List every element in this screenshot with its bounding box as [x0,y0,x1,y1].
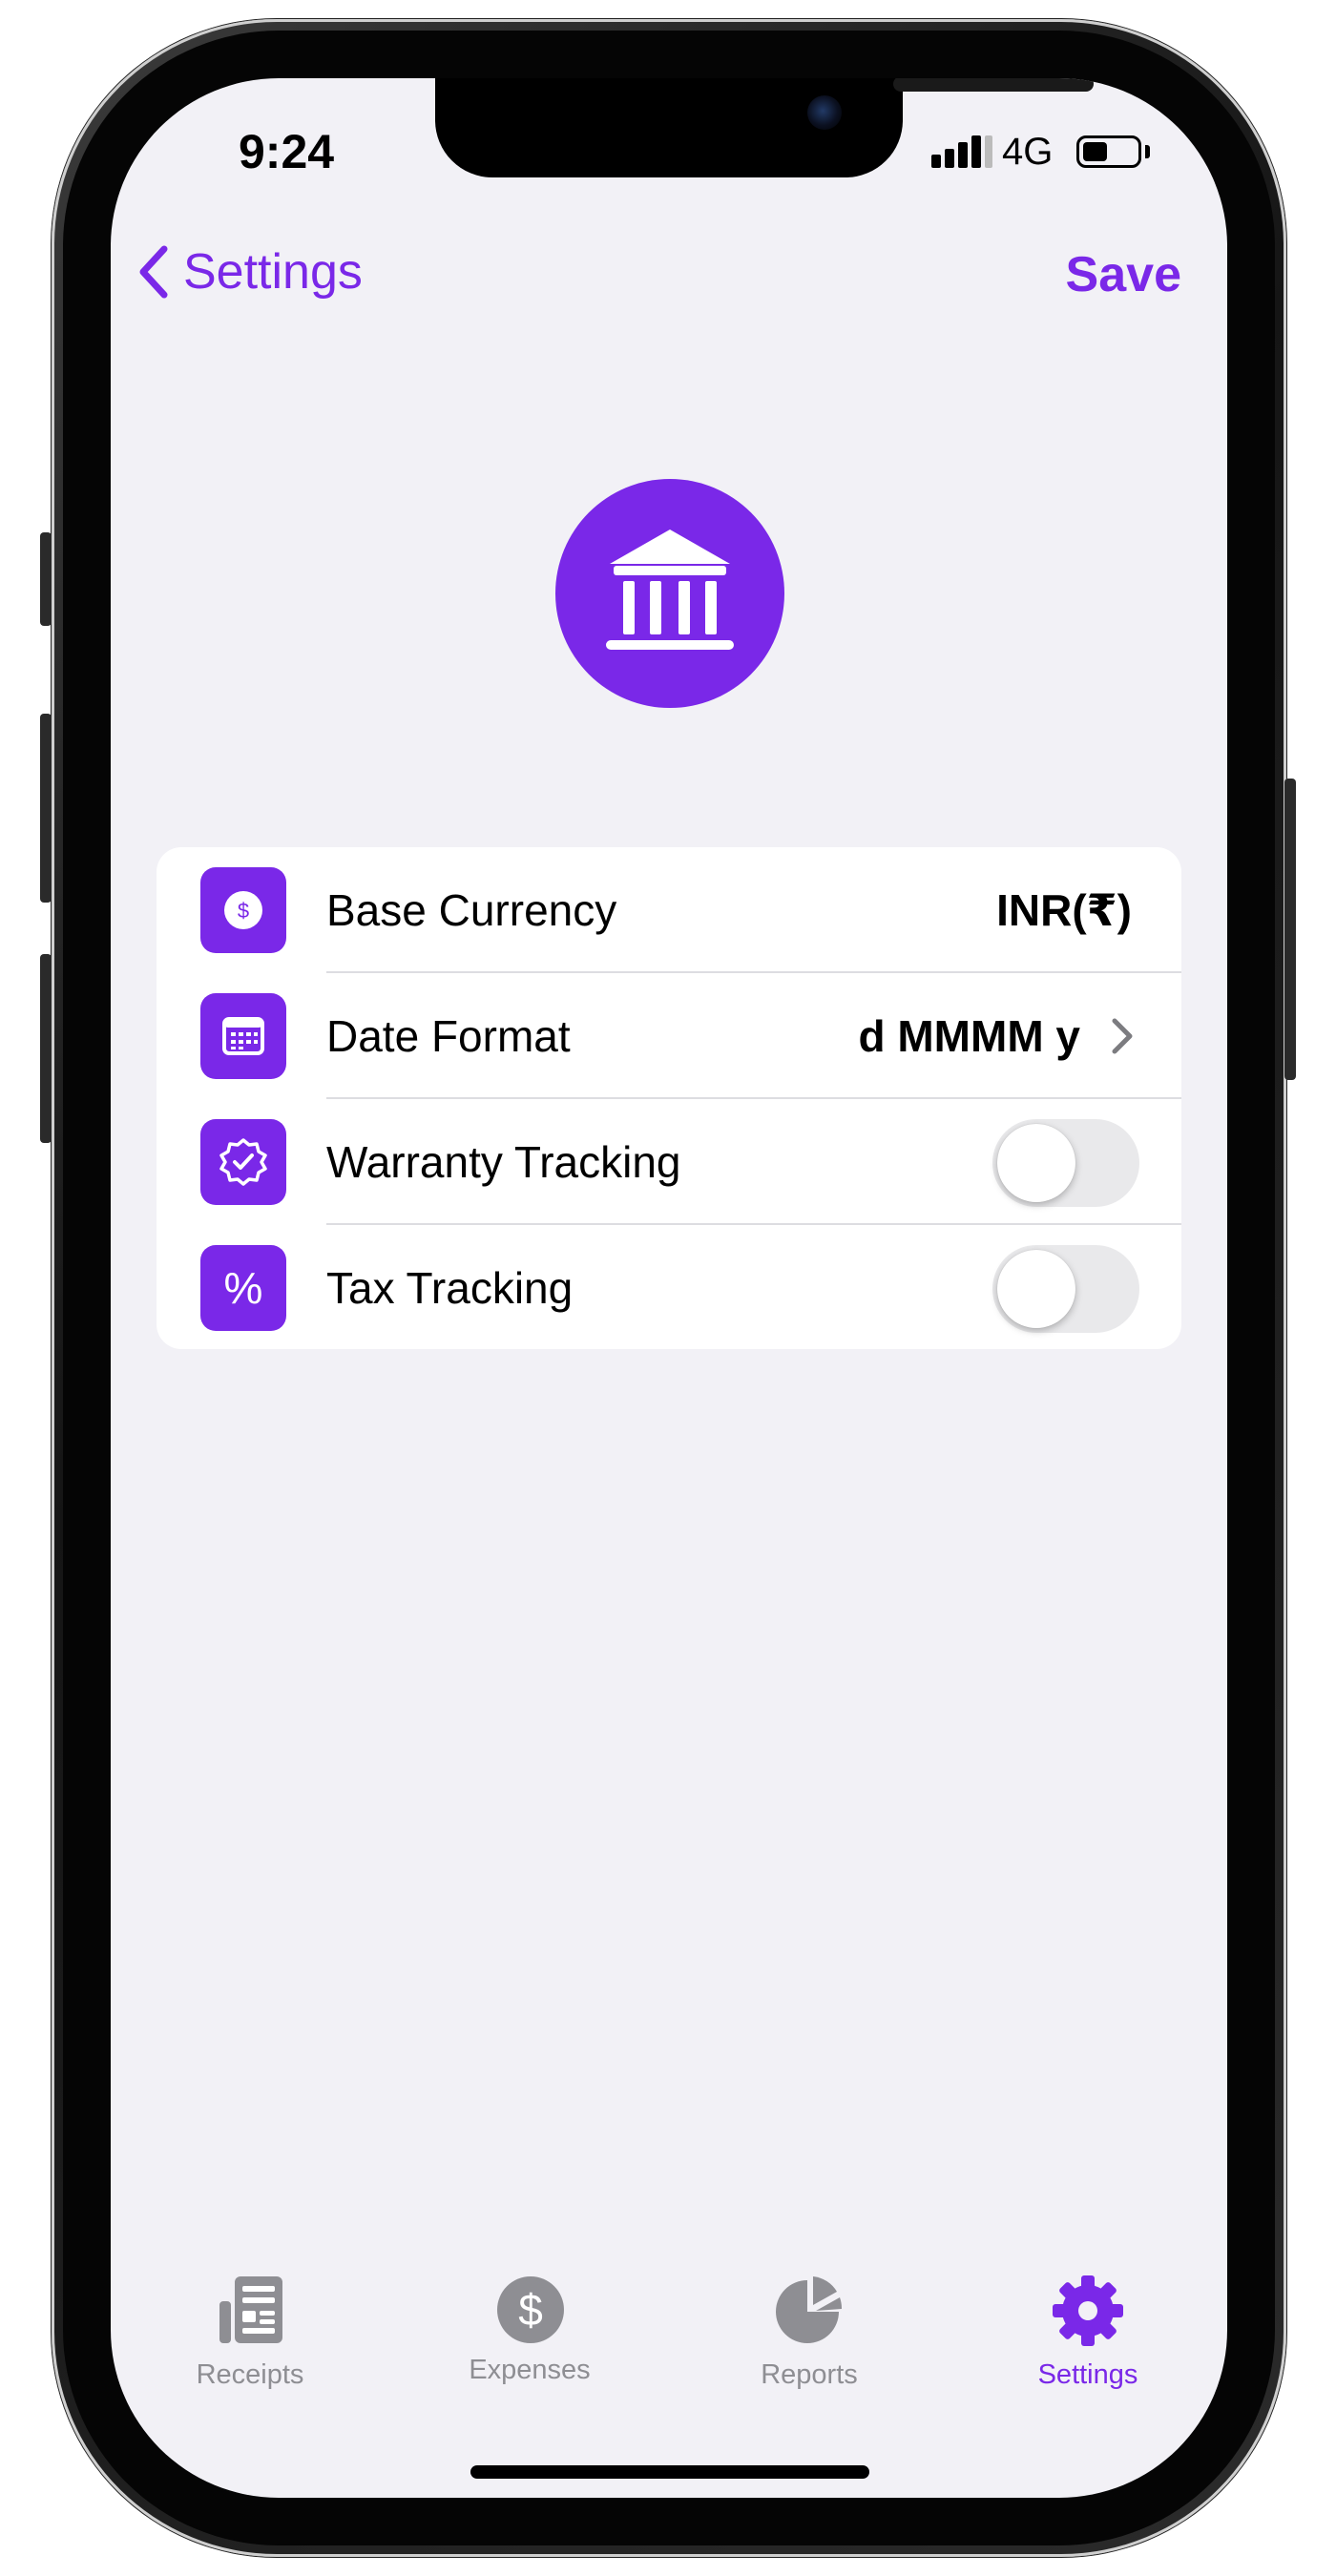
battery-icon [1076,135,1141,168]
chevron-right-icon [1112,1018,1133,1054]
tax-tracking-row: % Tax Tracking [157,1225,1181,1349]
volume-up-button [40,714,52,903]
signal-bars-icon [931,134,992,168]
battery-level [1083,142,1107,161]
front-camera [807,95,842,130]
battery-tip [1145,145,1150,158]
tab-reports-label: Reports [761,2359,858,2390]
base-currency-row[interactable]: $ Base Currency INR(₹) [157,847,1181,973]
date-format-value: d MMMM y [858,1011,1080,1061]
bank-icon [606,530,734,650]
back-button[interactable]: Settings [134,239,363,305]
bank-icon-badge [555,479,784,708]
power-button [1284,779,1296,1080]
status-time: 9:24 [239,125,335,178]
notch [435,78,1094,177]
tab-expenses[interactable]: $ Expenses [425,2273,635,2416]
warranty-tracking-toggle[interactable] [992,1119,1139,1207]
tab-settings[interactable]: Settings [983,2273,1193,2416]
speaker-grille [893,78,1094,92]
calendar-icon [200,993,286,1079]
gear-icon [1053,2275,1123,2346]
tab-receipts[interactable]: Receipts [145,2273,355,2416]
tab-reports[interactable]: Reports [704,2273,914,2416]
tax-tracking-label: Tax Tracking [326,1263,574,1313]
warranty-tracking-row: Warranty Tracking [157,1099,1181,1225]
home-indicator[interactable] [470,2465,869,2479]
settings-list: $ Base Currency INR(₹) Date Format d MMM… [157,847,1181,1349]
mute-switch [40,532,52,626]
screen: 9:24 4G Settings Save $ Base Currency IN… [111,78,1227,2498]
percent-glyph: % [223,1263,263,1313]
tab-expenses-label: Expenses [469,2355,591,2385]
date-format-label: Date Format [326,1011,571,1061]
volume-down-button [40,954,52,1143]
base-currency-label: Base Currency [326,885,617,935]
receipts-icon [219,2276,282,2343]
tax-tracking-toggle[interactable] [992,1245,1139,1333]
svg-text:$: $ [238,899,249,923]
base-currency-value: INR(₹) [996,885,1132,935]
dollar-glyph: $ [518,2285,543,2335]
chevron-left-icon [139,245,168,299]
percent-icon: % [200,1245,286,1331]
pie-chart-icon [776,2276,843,2343]
date-format-row[interactable]: Date Format d MMMM y [157,973,1181,1099]
toggle-knob [997,1250,1075,1328]
toggle-knob [997,1124,1075,1202]
network-type: 4G [1002,131,1054,173]
save-button[interactable]: Save [1066,246,1181,303]
back-label: Settings [183,244,363,300]
checkmark-seal-icon [200,1119,286,1205]
dollar-circle-icon: $ [200,867,286,953]
warranty-tracking-label: Warranty Tracking [326,1137,681,1187]
tab-settings-label: Settings [1037,2359,1138,2390]
tab-receipts-label: Receipts [196,2359,304,2390]
dollar-circle-icon: $ [482,2273,577,2349]
